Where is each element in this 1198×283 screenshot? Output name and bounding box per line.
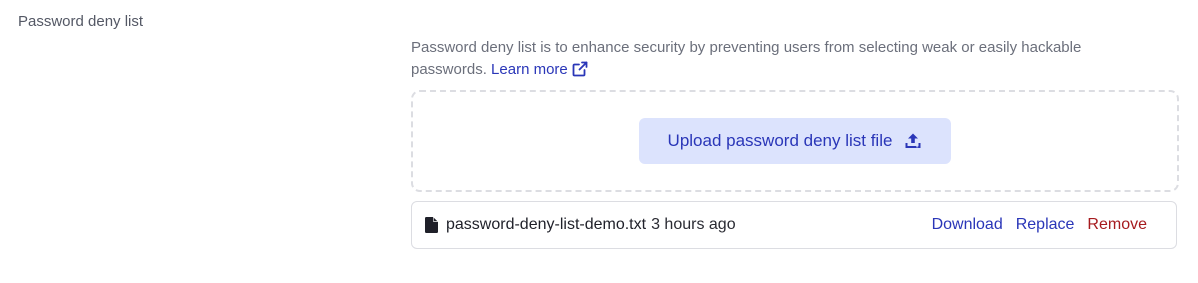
- external-link-icon: [572, 61, 588, 77]
- replace-link[interactable]: Replace: [1016, 216, 1075, 234]
- password-deny-list-panel: Password deny list is to enhance securit…: [411, 37, 1179, 249]
- section-title: Password deny list: [18, 13, 144, 30]
- learn-more-label: Learn more: [491, 61, 568, 78]
- file-timestamp: 3 hours ago: [651, 216, 736, 233]
- remove-link[interactable]: Remove: [1087, 216, 1147, 234]
- upload-dropzone[interactable]: Upload password deny list file: [411, 90, 1179, 192]
- file-icon: [425, 217, 438, 233]
- file-name: password-deny-list-demo.txt: [446, 216, 647, 233]
- upload-icon: [905, 133, 921, 148]
- upload-button-label: Upload password deny list file: [667, 131, 893, 150]
- learn-more-link[interactable]: Learn more: [491, 61, 588, 78]
- download-link[interactable]: Download: [932, 216, 1003, 234]
- upload-file-button[interactable]: Upload password deny list file: [639, 118, 951, 164]
- description: Password deny list is to enhance securit…: [411, 37, 1151, 81]
- uploaded-file-row: password-deny-list-demo.txt 3 hours ago …: [411, 201, 1177, 249]
